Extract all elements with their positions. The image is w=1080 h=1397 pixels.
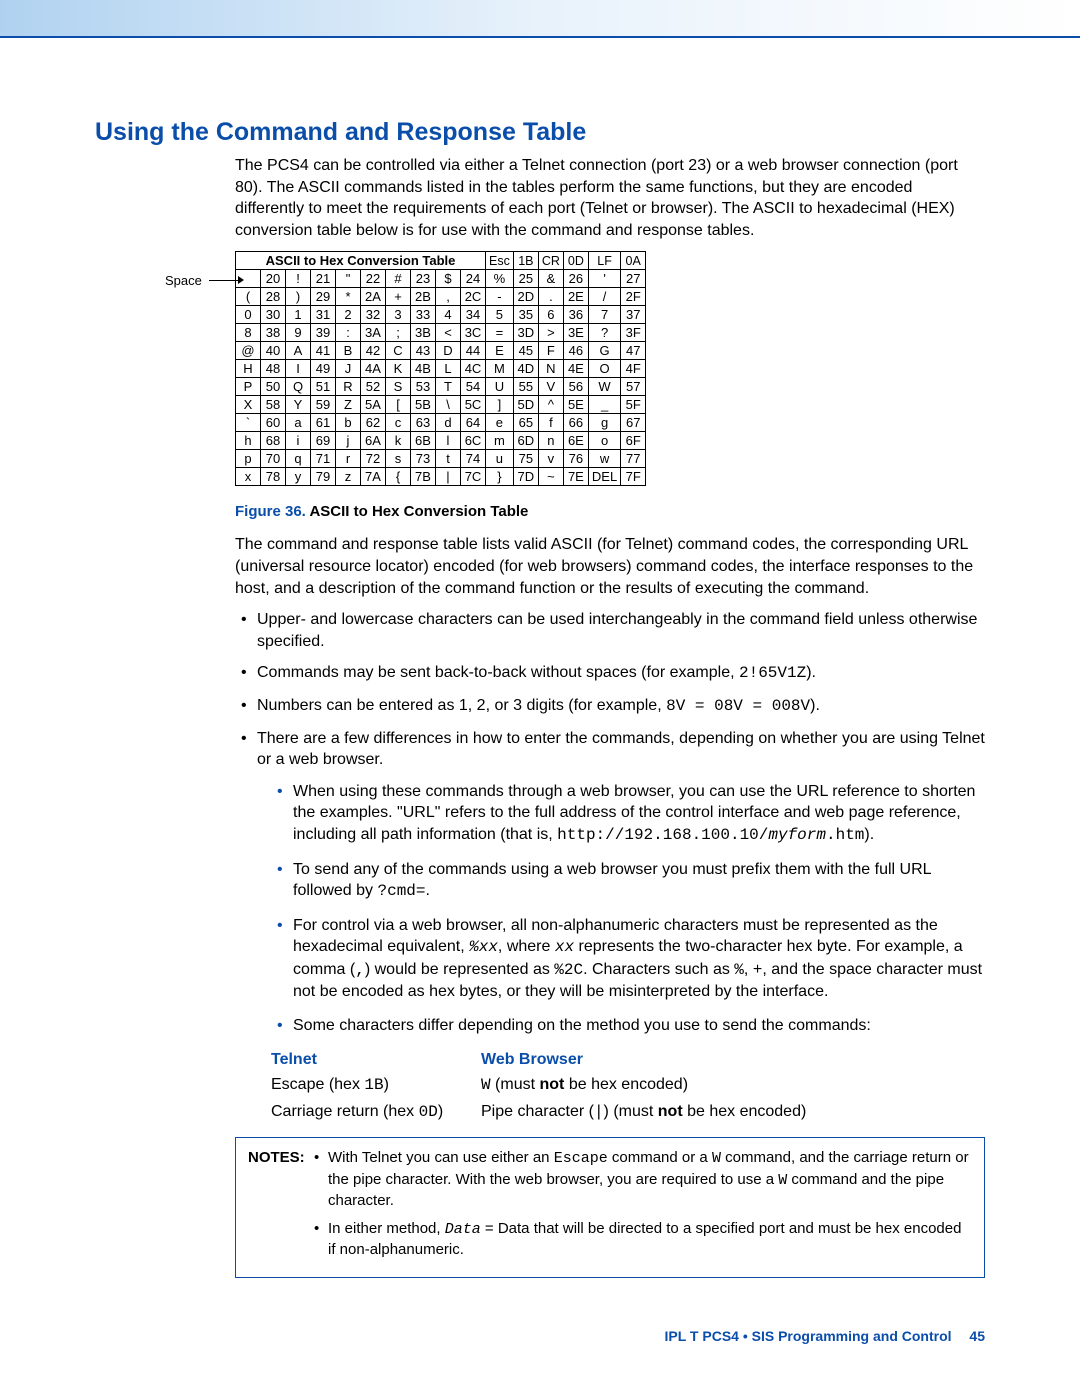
note-item: With Telnet you can use either an Escape… [314,1148,972,1211]
notes-box: NOTES: With Telnet you can use either an… [235,1137,985,1277]
section-heading: Using the Command and Response Table [95,118,985,147]
col-head-telnet: Telnet [271,1049,481,1071]
top-gradient-bar [0,0,1080,38]
sub-bullet-item: When using these commands through a web … [273,781,985,847]
footer-doc-title: IPL T PCS4 • SIS Programming and Control [665,1328,952,1344]
space-label: Space [165,273,202,288]
page-footer: IPL T PCS4 • SIS Programming and Control… [0,1308,1080,1384]
telnet-web-columns: Telnet Web Browser Escape (hex 1B) W (mu… [271,1049,985,1124]
figure-caption: Figure 36. ASCII to Hex Conversion Table [235,503,985,520]
body-paragraph: The command and response table lists val… [235,534,985,599]
intro-paragraph: The PCS4 can be controlled via either a … [235,155,985,241]
arrow-line-icon [209,280,239,281]
notes-label: NOTES: [248,1148,305,1168]
sub-bullet-item: For control via a web browser, all non-a… [273,915,985,1003]
bullet-item: Commands may be sent back-to-back withou… [235,662,985,685]
telnet-row: Escape (hex 1B) [271,1074,481,1097]
telnet-row: Carriage return (hex 0D) [271,1101,481,1124]
sub-bullet-item: To send any of the commands using a web … [273,859,985,903]
note-item: In either method, Data = Data that will … [314,1219,972,1261]
bullet-item: There are a few differences in how to en… [235,728,985,1037]
bullet-item: Numbers can be entered as 1, 2, or 3 dig… [235,695,985,718]
sub-bullet-item: Some characters differ depending on the … [273,1015,985,1037]
footer-page-number: 45 [969,1328,985,1344]
ascii-hex-table: ASCII to Hex Conversion TableEsc1BCR0DLF… [235,251,646,486]
web-row: Pipe character (|) (must not be hex enco… [481,1101,985,1124]
web-row: W (must not be hex encoded) [481,1074,985,1097]
col-head-web: Web Browser [481,1049,985,1071]
bullet-item: Upper- and lowercase characters can be u… [235,609,985,652]
arrow-head-icon [238,276,244,284]
